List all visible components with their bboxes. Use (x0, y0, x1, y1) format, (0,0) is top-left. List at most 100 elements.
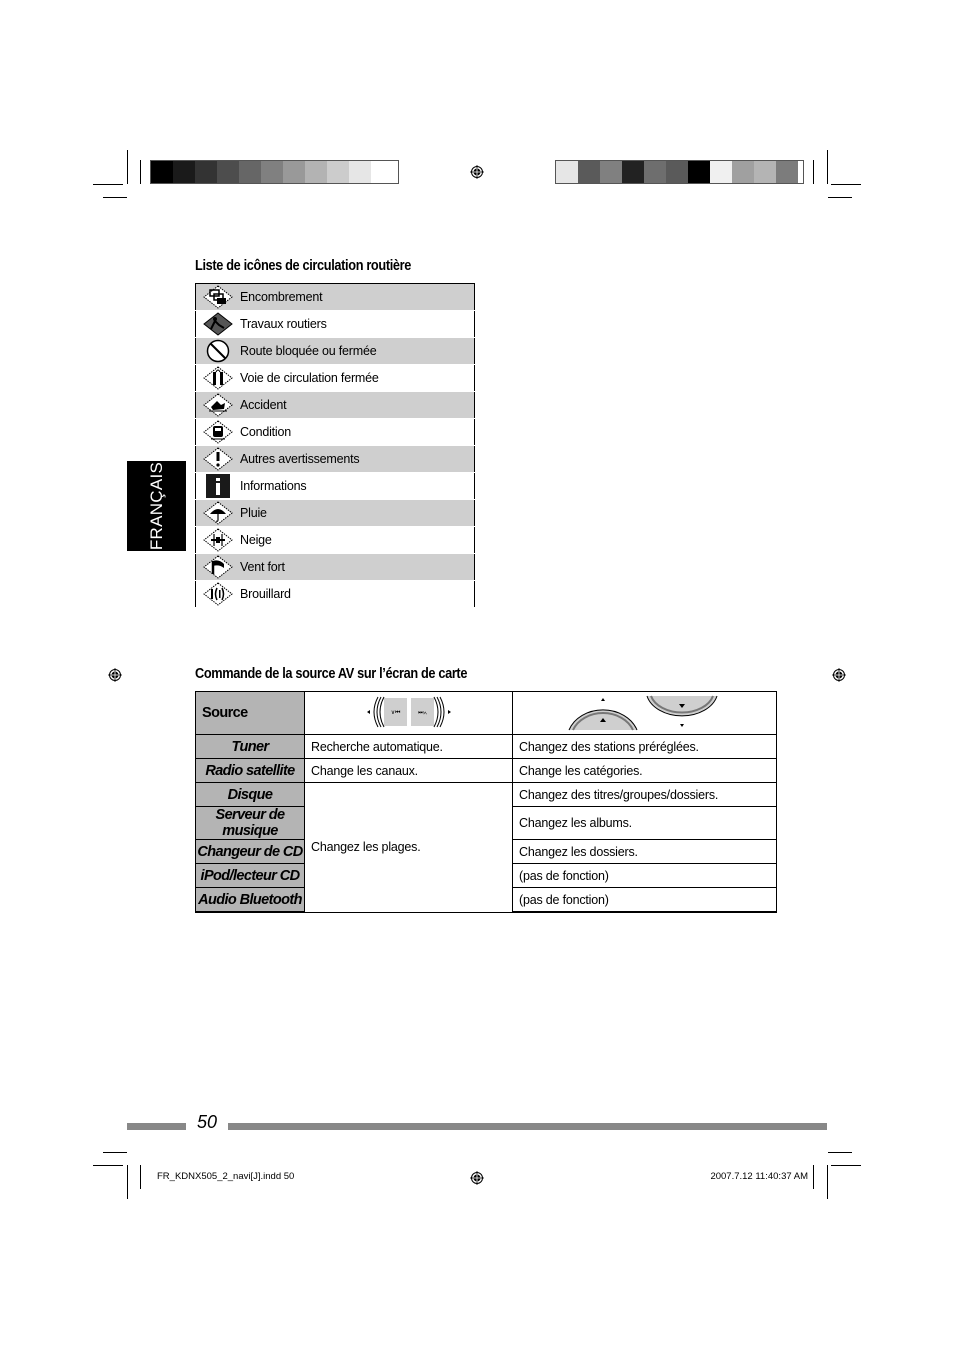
traffic-icon-label: Neige (240, 526, 475, 554)
list-item: Route bloquée ou fermée (195, 337, 475, 365)
color-calibration-bar-left (150, 160, 399, 184)
table-row: Radio satellite Change les canaux. Chang… (195, 758, 777, 783)
source-header: Source (195, 691, 305, 735)
svg-text:∨⏮: ∨⏮ (390, 710, 400, 716)
traffic-icon-label: Voie de circulation fermée (240, 364, 475, 392)
color-swatch (239, 161, 261, 183)
color-swatch (754, 161, 776, 183)
traffic-icon-label: Pluie (240, 499, 475, 527)
source-name: Disque (195, 782, 305, 807)
roadworks-icon (196, 312, 240, 336)
crop-mark (93, 184, 123, 185)
color-swatch (349, 161, 371, 183)
color-swatch (217, 161, 239, 183)
list-item: Travaux routiers (195, 310, 475, 338)
crop-mark (93, 1165, 123, 1166)
table-row: Disque Changez les plages. Changez des t… (195, 782, 777, 913)
color-swatch (600, 161, 622, 183)
list-item: Pluie (195, 499, 475, 527)
traffic-icons-title: Liste de icônes de circulation routière (195, 258, 412, 274)
skip-function: Recherche automatique. (304, 734, 513, 759)
language-tab: FRANÇAIS (127, 461, 186, 551)
snow-icon (196, 528, 240, 552)
color-swatch (283, 161, 305, 183)
color-swatch (327, 161, 349, 183)
skip-buttons-icon: ∨⏮ ⏭∧ (366, 696, 451, 727)
crop-mark (813, 160, 814, 184)
color-swatch (688, 161, 710, 183)
footer-timestamp: 2007.7.12 11:40:37 AM (710, 1171, 808, 1182)
crop-mark (831, 1165, 861, 1166)
list-item: Vent fort (195, 553, 475, 581)
dial-function: Changez des stations préréglées. (512, 734, 777, 759)
dial-function: Changez des titres/groupes/dossiers. (512, 782, 777, 807)
traffic-icon-label: Accident (240, 391, 475, 419)
list-item: Accident (195, 391, 475, 419)
warning-icon (196, 447, 240, 471)
crop-mark (103, 1152, 127, 1153)
control-dial-icon (568, 695, 718, 731)
table-header-row: Source ∨⏮ ⏭∧ (195, 691, 777, 735)
color-swatch (666, 161, 688, 183)
registration-mark-icon (470, 1171, 484, 1185)
page-bar-left (127, 1123, 186, 1130)
language-tab-label: FRANÇAIS (146, 461, 166, 551)
source-name: iPod/lecteur CD (195, 863, 305, 888)
crop-mark (831, 184, 861, 185)
color-swatch (710, 161, 732, 183)
color-swatch (151, 161, 173, 183)
source-name: Serveur de musique (195, 806, 305, 840)
traffic-icon-label: Vent fort (240, 553, 475, 581)
fog-icon (196, 582, 240, 606)
traffic-icon-label: Brouillard (240, 580, 475, 608)
crop-mark (827, 150, 828, 184)
crop-mark (140, 1165, 141, 1189)
color-swatch (556, 161, 578, 183)
crop-mark (813, 1165, 814, 1189)
color-swatch (578, 161, 600, 183)
page-number: 50 (197, 1112, 218, 1132)
traffic-icon-label: Travaux routiers (240, 310, 475, 338)
svg-text:⏭∧: ⏭∧ (418, 710, 427, 716)
road-closed-icon (196, 339, 240, 363)
crop-mark (127, 150, 128, 184)
av-control-table: Source ∨⏮ ⏭∧ Tuner Recherche automatique… (195, 691, 777, 913)
traffic-icons-table: Encombrement Travaux routiers Route bloqué… (195, 283, 475, 608)
registration-mark-icon (108, 668, 122, 682)
traffic-icon-label: Encombrement (240, 283, 475, 311)
skip-function: Change les canaux. (304, 758, 513, 783)
registration-mark-icon (470, 165, 484, 179)
color-swatch (261, 161, 283, 183)
list-item: Brouillard (195, 580, 475, 608)
footer-filename: FR_KDNX505_2_navi[J].indd 50 (157, 1171, 295, 1182)
info-icon (196, 474, 240, 498)
dial-function: (pas de fonction) (512, 887, 777, 913)
crop-mark (127, 1165, 128, 1199)
crop-mark (103, 197, 127, 198)
color-swatch (644, 161, 666, 183)
accident-icon (196, 393, 240, 417)
condition-icon (196, 420, 240, 444)
list-item: Autres avertissements (195, 445, 475, 473)
color-swatch (776, 161, 798, 183)
list-item: Neige (195, 526, 475, 554)
traffic-icon-label: Informations (240, 472, 475, 500)
list-item: Encombrement (195, 283, 475, 311)
crop-mark (827, 1165, 828, 1199)
traffic-icon-label: Condition (240, 418, 475, 446)
crop-mark (140, 160, 141, 184)
page-bar-right (228, 1123, 827, 1130)
table-row: Tuner Recherche automatique. Changez des… (195, 734, 777, 759)
crop-mark (828, 197, 852, 198)
dial-function: (pas de fonction) (512, 863, 777, 888)
color-calibration-bar-right (555, 160, 804, 184)
skip-function: Changez les plages. (304, 782, 513, 913)
av-control-title: Commande de la source AV sur l’écran de … (195, 666, 468, 682)
source-name: Audio Bluetooth (195, 887, 305, 913)
color-swatch (622, 161, 644, 183)
list-item: Voie de circulation fermée (195, 364, 475, 392)
traffic-icon-label: Autres avertissements (240, 445, 475, 473)
color-swatch (732, 161, 754, 183)
rain-icon (196, 501, 240, 525)
lane-closed-icon (196, 366, 240, 390)
